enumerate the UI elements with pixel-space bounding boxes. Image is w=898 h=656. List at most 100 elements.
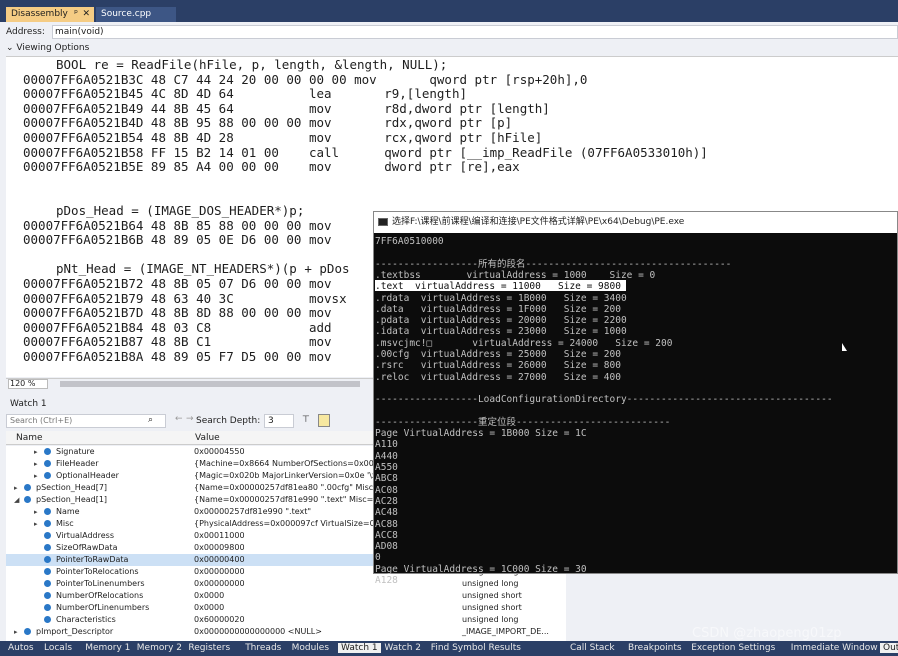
console-line: A128	[375, 575, 398, 586]
watermark: CSDN @zhaopeng01zp	[692, 626, 842, 641]
property-icon	[44, 532, 51, 539]
bottom-tab[interactable]: Threads	[245, 643, 281, 653]
console-window[interactable]: 选择F:\课程\前课程\编译和连接\PE文件格式详解\PE\x64\Debug\…	[373, 211, 898, 586]
horizontal-scrollbar[interactable]	[60, 381, 360, 387]
code-line: 00007FF6A0521B64 48 8B 85 88 00 00 00 mo…	[23, 217, 332, 233]
tab-source-label: Source.cpp	[101, 9, 152, 19]
watch-row-value: 0x0000000000000000 <NULL>	[194, 627, 322, 636]
code-line: 00007FF6A0521B7D 48 8B 8D 88 00 00 00 mo…	[23, 305, 332, 321]
bottom-tab[interactable]: Immediate Window	[791, 643, 878, 653]
expand-arrow-icon[interactable]: ▸	[34, 458, 38, 470]
code-line: 00007FF6A0521B79 48 63 40 3C movsx	[23, 290, 347, 306]
console-title: 选择F:\课程\前课程\编译和连接\PE文件格式详解\PE\x64\Debug\…	[392, 217, 685, 227]
tab-disassembly[interactable]: Disassembly ᵖ ✕	[6, 7, 94, 22]
console-line: AC28	[375, 495, 398, 507]
watch-row[interactable]: ▸ pImport_Descriptor 0x0000000000000000 <N…	[6, 626, 566, 638]
watch-row[interactable]: PointerToLinenumbers 0x00000000 unsigned l…	[6, 578, 566, 590]
bottom-tab[interactable]: Call Stack	[570, 643, 615, 653]
column-value[interactable]: Value	[195, 433, 220, 443]
console-line: .textbss virtualAddress = 1000 Size = 0	[375, 269, 656, 281]
code-line: 00007FF6A0521B72 48 8B 05 07 D6 00 00 mo…	[23, 276, 332, 291]
watch-row[interactable]: NumberOfLinenumbers 0x0000 unsigned short	[6, 602, 566, 614]
mouse-cursor-icon	[842, 343, 847, 351]
close-icon[interactable]: ✕	[82, 7, 90, 22]
code-line: 00007FF6A0521B54 48 8B 4D 28 mov rcx,qwo…	[23, 130, 543, 145]
watch-row-name: PointerToLinenumbers	[56, 579, 145, 588]
console-line: A110	[375, 439, 398, 451]
watch-row-name: Characteristics	[56, 615, 116, 624]
code-line: 00007FF6A0521B58 FF 15 B2 14 01 00 call …	[23, 144, 708, 160]
console-line: .msvcjmc!□ virtualAddress = 24000 Size =…	[375, 337, 673, 349]
bottom-tab[interactable]: Find Symbol Results	[431, 643, 521, 653]
console-line: 0	[375, 552, 381, 564]
tab-source-cpp[interactable]: Source.cpp	[96, 7, 176, 22]
bottom-tab[interactable]: Watch 1	[338, 643, 381, 653]
console-line: .text virtualAddress = 11000 Size = 9800	[375, 281, 621, 293]
bottom-tab[interactable]: Autos	[8, 643, 34, 653]
code-line: 00007FF6A0521B6B 48 89 05 0E D6 00 00 mo…	[23, 232, 332, 248]
search-icon[interactable]: ⌕	[148, 415, 153, 425]
watch-row[interactable]: Characteristics 0x60000020 unsigned long	[6, 614, 566, 626]
watch-row-name: pSection_Head[7]	[36, 483, 108, 492]
code-line: 00007FF6A0521B4D 48 8B 95 88 00 00 00 mo…	[23, 115, 513, 131]
watch-row[interactable]: NumberOfRelocations 0x0000 unsigned short	[6, 590, 566, 602]
property-icon	[44, 556, 51, 563]
expand-arrow-icon[interactable]: ▸	[34, 506, 38, 518]
forward-arrow-icon[interactable]: →	[186, 414, 194, 424]
address-input[interactable]: main(void)	[52, 25, 898, 39]
bottom-tab[interactable]: Memory 1	[85, 643, 130, 653]
watch-row-name: NumberOfLinenumbers	[56, 603, 150, 612]
watch-row-name: VirtualAddress	[56, 531, 114, 540]
expand-arrow-icon[interactable]: ▸	[34, 470, 38, 482]
watch-row-name: Misc	[56, 519, 74, 528]
column-name[interactable]: Name	[16, 433, 43, 443]
bottom-tab[interactable]: Output	[880, 643, 898, 653]
back-arrow-icon[interactable]: ←	[175, 414, 183, 424]
console-line: A440	[375, 450, 398, 462]
watch-row-name: pSection_Head[1]	[36, 495, 108, 504]
property-icon	[44, 580, 51, 587]
watch-search-input[interactable]: Search (Ctrl+E)	[6, 414, 166, 428]
console-line: Page VirtualAddress = 1C000 Size = 30	[375, 563, 587, 575]
property-icon	[24, 484, 31, 491]
console-line: ABC8	[375, 473, 398, 485]
bottom-tab[interactable]: Modules	[292, 643, 329, 653]
watch-row-name: Signature	[56, 447, 95, 456]
code-line: 00007FF6A0521B49 44 8B 45 64 mov r8d,dwo…	[23, 100, 550, 116]
code-line: 00007FF6A0521B5E 89 85 A4 00 00 00 mov d…	[23, 159, 520, 175]
viewing-options-toggle[interactable]: ⌄ Viewing Options	[6, 43, 89, 56]
watch-row-name: PointerToRawData	[56, 555, 129, 564]
chevron-down-icon: ⌄	[6, 43, 17, 53]
expand-arrow-icon[interactable]: ▸	[14, 626, 18, 638]
watch-row-name: SizeOfRawData	[56, 543, 118, 552]
console-line: A550	[375, 462, 398, 473]
watch-row-name: PointerToRelocations	[56, 567, 139, 576]
bottom-tab[interactable]: Watch 2	[384, 643, 421, 653]
bottom-tab[interactable]: Memory 2	[137, 643, 182, 653]
expand-arrow-icon[interactable]: ▸	[34, 446, 38, 458]
expand-arrow-icon[interactable]: ▸	[14, 482, 18, 494]
bottom-tab[interactable]: Registers	[188, 643, 230, 653]
console-line: AD08	[375, 541, 398, 553]
filter-icon[interactable]: ⊤	[302, 415, 310, 425]
console-line: .idata virtualAddress = 23000 Size = 100…	[375, 326, 627, 338]
bottom-tab[interactable]: Breakpoints	[628, 643, 682, 653]
property-icon	[44, 472, 51, 479]
watch-row-name: NumberOfRelocations	[56, 591, 144, 600]
property-icon	[44, 508, 51, 515]
zoom-select[interactable]: 120 %	[8, 379, 48, 389]
watch-row-value: 0x0000	[194, 603, 225, 612]
bottom-tab[interactable]: Exception Settings	[691, 643, 775, 653]
console-line: ------------------重定位段------------------…	[375, 416, 671, 428]
search-depth-select[interactable]: 3	[264, 414, 294, 428]
property-icon	[44, 568, 51, 575]
property-icon	[44, 544, 51, 551]
console-line: AC88	[375, 518, 398, 530]
expand-arrow-icon[interactable]: ▸	[34, 518, 38, 530]
bottom-tab[interactable]: Locals	[44, 643, 72, 653]
pin-icon[interactable]: ᵖ	[74, 7, 78, 22]
expand-arrow-icon[interactable]: ◢	[14, 494, 19, 506]
console-line: .rsrc virtualAddress = 26000 Size = 800	[375, 360, 621, 372]
hex-toggle-icon[interactable]	[318, 414, 330, 427]
console-title-bar[interactable]: 选择F:\课程\前课程\编译和连接\PE文件格式详解\PE\x64\Debug\…	[374, 212, 897, 233]
